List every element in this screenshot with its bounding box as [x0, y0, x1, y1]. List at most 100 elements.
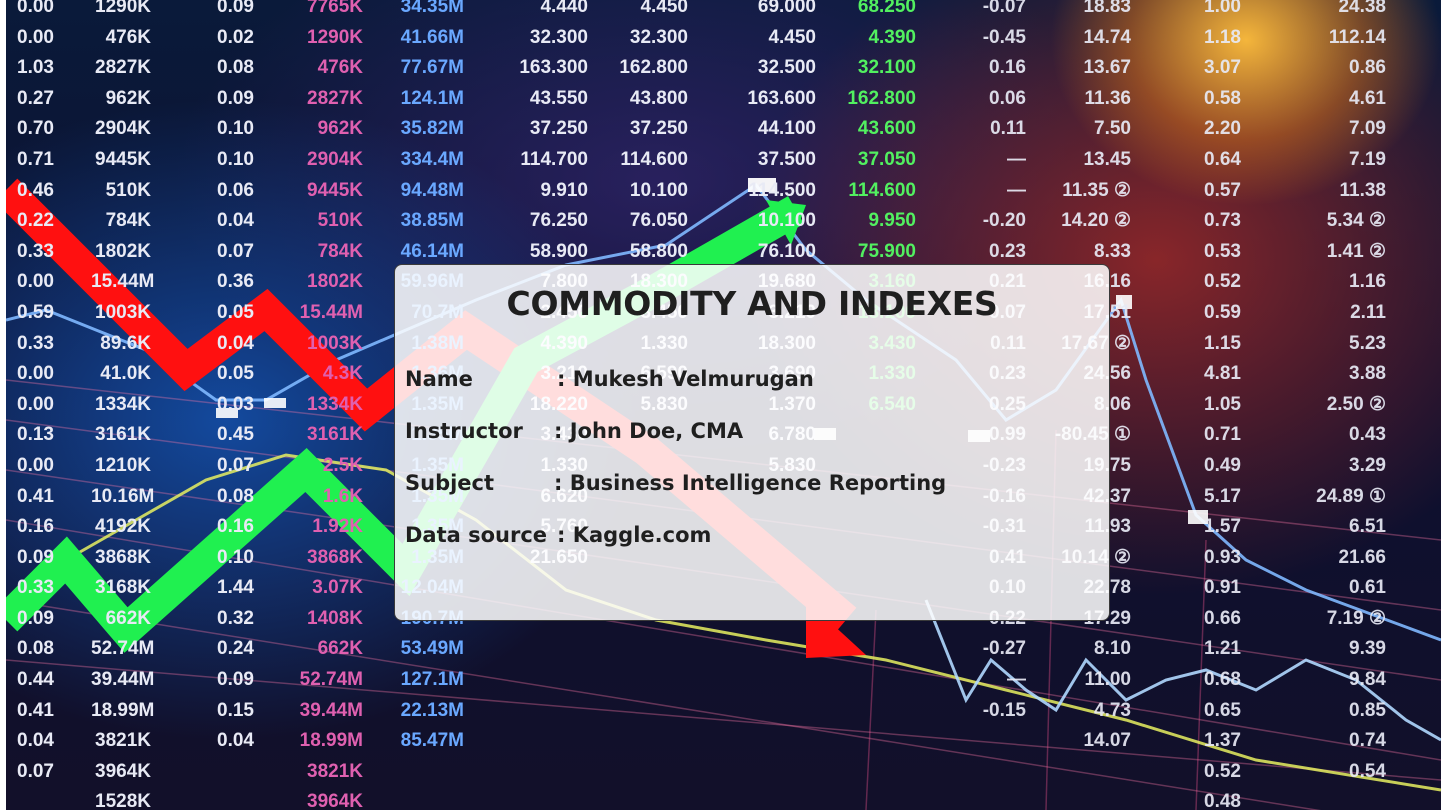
- ticker-value: 0.06: [217, 179, 254, 201]
- ticker-value: 163.600: [747, 87, 816, 109]
- ticker-value: 0.16: [217, 516, 254, 538]
- ticker-value: 14.20 ②: [1061, 210, 1131, 232]
- ticker-value: 32.500: [757, 57, 816, 79]
- ticker-value: 0.66: [1204, 607, 1241, 629]
- ticker-column: 1290K 476K 2827K 962K 2904K 9445K 510K 784K 1802…: [91, 0, 155, 810]
- detail-label: Subject: [405, 471, 495, 495]
- ticker-value: 38.85M: [400, 210, 464, 232]
- ticker-value: 21.66: [1338, 546, 1386, 568]
- ticker-value: 4.73: [1094, 699, 1131, 721]
- ticker-value: 3821K: [95, 730, 151, 752]
- ticker-value: 41.0K: [100, 363, 151, 385]
- ticker-value: 0.08: [217, 485, 254, 507]
- ticker-value: 3.07K: [312, 577, 363, 599]
- ticker-value: 4.81: [1204, 363, 1241, 385]
- ticker-value: 0.15: [217, 699, 254, 721]
- ticker-value: 0.64: [1204, 148, 1241, 170]
- detail-value: : Mukesh Velmurugan: [557, 367, 814, 391]
- ticker-value: 0.57: [1204, 179, 1241, 201]
- ticker-value: 1290K: [95, 0, 151, 17]
- ticker-value: 0.41: [17, 699, 54, 721]
- ticker-value: 9445K: [307, 179, 363, 201]
- ticker-value: 3161K: [95, 424, 151, 446]
- ticker-value: 3868K: [307, 546, 363, 568]
- ticker-value: 1528K: [95, 791, 151, 810]
- ticker-value: 7.19 ②: [1326, 607, 1386, 629]
- ticker-value: 1.05: [1204, 393, 1241, 415]
- ticker-value: 77.67M: [400, 57, 464, 79]
- ticker-value: 0.04: [17, 730, 54, 752]
- ticker-value: 9.910: [540, 179, 588, 201]
- ticker-value: 39.44M: [299, 699, 363, 721]
- ticker-value: 18.83: [1083, 0, 1131, 17]
- ticker-value: 1.15: [1204, 332, 1241, 354]
- ticker-value: 0.41: [17, 485, 54, 507]
- ticker-value: 1.03: [17, 57, 54, 79]
- ticker-value: 0.04: [217, 730, 254, 752]
- ticker-value: 0.45: [217, 424, 254, 446]
- ticker-value: 476K: [105, 26, 151, 48]
- ticker-value: 9.84: [1349, 669, 1386, 691]
- title-card: COMMODITY AND INDEXES Name : Mukesh Velm…: [394, 264, 1110, 621]
- ticker-value: 0.09: [217, 669, 254, 691]
- ticker-value: 3868K: [95, 546, 151, 568]
- ticker-value: -0.20: [982, 210, 1026, 232]
- ticker-value: 37.250: [529, 118, 588, 140]
- ticker-value: 0.52: [1204, 271, 1241, 293]
- ticker-value: 35.82M: [400, 118, 464, 140]
- ticker-value: 24.38: [1338, 0, 1386, 17]
- ticker-value: 1802K: [307, 271, 363, 293]
- ticker-value: 0.00: [17, 271, 54, 293]
- ticker-value: 37.500: [757, 148, 816, 170]
- ticker-value: 0.33: [17, 240, 54, 262]
- ticker-value: 3.29: [1349, 454, 1386, 476]
- ticker-value: 0.85: [1349, 699, 1386, 721]
- ticker-value: 1003K: [307, 332, 363, 354]
- ticker-value: —: [1007, 669, 1026, 691]
- ticker-value: 9445K: [95, 148, 151, 170]
- ticker-value: 46.14M: [400, 240, 464, 262]
- ticker-value: 9.950: [868, 210, 916, 232]
- ticker-value: 0.46: [17, 179, 54, 201]
- ticker-value: 5.23: [1349, 332, 1386, 354]
- ticker-value: 3964K: [95, 760, 151, 782]
- ticker-value: 15.44M: [91, 271, 155, 293]
- ticker-value: 2.11: [1350, 301, 1386, 323]
- ticker-value: 0.74: [1349, 730, 1386, 752]
- ticker-value: 0.44: [17, 669, 54, 691]
- ticker-value: 4.450: [768, 26, 816, 48]
- ticker-value: 14.74: [1083, 26, 1131, 48]
- ticker-value: 69.000: [757, 0, 816, 17]
- ticker-value: 0.09: [17, 607, 54, 629]
- ticker-value: 10.100: [757, 210, 816, 232]
- ticker-value: 5.34 ②: [1326, 210, 1386, 232]
- ticker-value: 53.49M: [400, 638, 464, 660]
- ticker-value: 476K: [317, 57, 363, 79]
- ticker-value: 162.800: [847, 87, 916, 109]
- ticker-value: 7.09: [1349, 118, 1386, 140]
- ticker-value: 0.61: [1349, 577, 1386, 599]
- ticker-value: 1290K: [307, 26, 363, 48]
- ticker-value: 0.32: [217, 607, 254, 629]
- ticker-value: 0.65: [1204, 699, 1241, 721]
- ticker-value: 1.6K: [322, 485, 363, 507]
- ticker-value: 11.38: [1339, 179, 1387, 201]
- slide-title: COMMODITY AND INDEXES: [506, 284, 998, 323]
- ticker-value: 2.5K: [322, 454, 363, 476]
- ticker-value: 2904K: [307, 148, 363, 170]
- ticker-value: 37.250: [629, 118, 688, 140]
- ticker-value: 13.45: [1083, 148, 1131, 170]
- ticker-value: 0.33: [17, 332, 54, 354]
- ticker-value: 0.91: [1204, 577, 1241, 599]
- ticker-value: 11.36: [1084, 87, 1132, 109]
- ticker-value: 10.100: [629, 179, 688, 201]
- detail-value: : Kaggle.com: [557, 523, 712, 547]
- ticker-value: 85.47M: [400, 730, 464, 752]
- ticker-value: 0.16: [17, 516, 54, 538]
- ticker-value: 44.100: [757, 118, 816, 140]
- ticker-value: 34.35M: [400, 0, 464, 17]
- ticker-value: 0.04: [217, 210, 254, 232]
- ticker-value: 0.24: [217, 638, 254, 660]
- ticker-value: 0.58: [1204, 87, 1241, 109]
- ticker-column: 7765K 1290K 476K 2827K 962K 2904K 9445K 510K 784…: [291, 0, 363, 810]
